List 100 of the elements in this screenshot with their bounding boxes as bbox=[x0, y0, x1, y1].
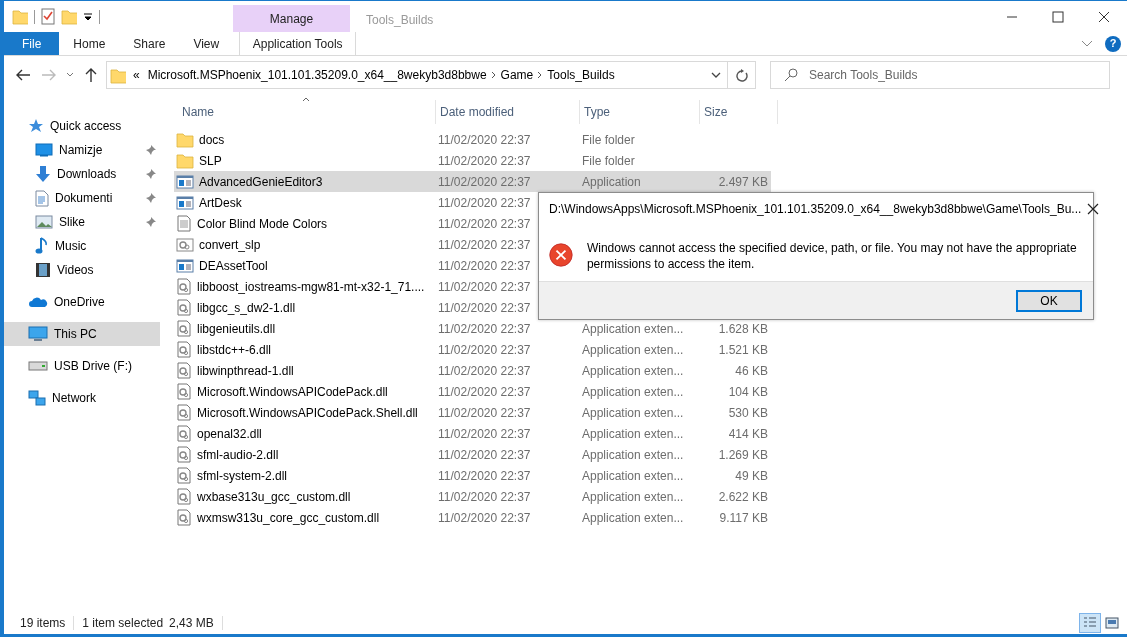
sidebar-item[interactable]: OneDrive bbox=[4, 290, 160, 314]
up-arrow-icon[interactable] bbox=[84, 67, 98, 83]
application-window-icon bbox=[176, 173, 194, 190]
breadcrumb-link[interactable]: Tools_Builds bbox=[543, 66, 619, 84]
ribbon-tab[interactable]: Home bbox=[59, 32, 120, 55]
sidebar-item[interactable]: Music bbox=[4, 234, 160, 258]
ribbon-tab[interactable]: File bbox=[4, 32, 60, 55]
breadcrumb-chevron-icon[interactable] bbox=[490, 71, 497, 79]
date-modified: 11/02/2020 22:37 bbox=[438, 467, 531, 485]
breadcrumb-link[interactable]: Microsoft.MSPhoenix_101.101.35209.0_x64__8wekyb3d8bbwe bbox=[143, 66, 491, 84]
dialog-title: D:\WindowsApps\Microsoft.MSPhoenix_101.101.35209.0_x64__8wekyb3d8bbwe\Game\Tools_Bu... bbox=[549, 201, 1082, 218]
dropdown-caret-icon[interactable] bbox=[83, 11, 93, 22]
column-header[interactable]: Date modified bbox=[436, 100, 580, 124]
breadcrumb-link[interactable]: Game bbox=[496, 66, 538, 84]
file-row[interactable]: Microsoft.WindowsAPICodePack.dll 11/02/2020 22:37 Application exten... 104 KB bbox=[174, 381, 771, 402]
date-modified: 11/02/2020 22:37 bbox=[438, 257, 531, 275]
file-row[interactable]: libwinpthread-1.dll 11/02/2020 22:37 Application exten... 46 KB bbox=[174, 360, 771, 381]
file-row[interactable]: libgenieutils.dll 11/02/2020 22:37 Application exten... 1.628 KB bbox=[174, 318, 771, 339]
view-toggle-button[interactable] bbox=[1079, 613, 1101, 633]
file-row[interactable]: libstdc++-6.dll 11/02/2020 22:37 Application exten... 1.521 KB bbox=[174, 339, 771, 360]
date-modified: 11/02/2020 22:37 bbox=[438, 404, 531, 422]
column-header[interactable]: Size bbox=[700, 100, 778, 124]
maximize-icon[interactable] bbox=[1052, 10, 1064, 23]
refresh-icon[interactable] bbox=[735, 68, 748, 82]
date-modified: 11/02/2020 22:37 bbox=[438, 299, 531, 317]
file-type: Application bbox=[582, 173, 641, 191]
close-icon[interactable] bbox=[1098, 10, 1110, 23]
sidebar-item[interactable]: USB Drive (F:) bbox=[4, 354, 160, 378]
error-message: Windows cannot access the specified device, path, or file. You may not have the appropriate permissions to access the item. bbox=[586, 240, 1078, 273]
ok-button[interactable]: OK bbox=[1016, 289, 1082, 312]
file-type: Application exten... bbox=[582, 509, 684, 527]
file-row[interactable]: libboost_iostreams-mgw81-mt-x32-1_71.... 11/02/2020 22:37 bbox=[174, 276, 771, 297]
ribbon-tab[interactable]: Application Tools bbox=[239, 32, 357, 55]
item-count: 19 items bbox=[20, 615, 66, 632]
file-type: File folder bbox=[582, 152, 635, 170]
date-modified: 11/02/2020 22:37 bbox=[438, 194, 531, 212]
sidebar-item[interactable]: Namizje bbox=[4, 138, 160, 162]
column-header[interactable]: Name bbox=[178, 100, 436, 124]
sidebar-item[interactable]: This PC bbox=[4, 322, 160, 346]
music-note-icon bbox=[35, 237, 49, 255]
file-name: sfml-system-2.dll bbox=[197, 467, 287, 485]
file-size: 49 KB bbox=[735, 467, 768, 485]
file-row[interactable]: SLP 11/02/2020 22:37 File folder bbox=[174, 150, 771, 171]
folder-icon bbox=[176, 131, 194, 148]
ribbon-tab[interactable]: View bbox=[179, 32, 234, 55]
date-modified: 11/02/2020 22:37 bbox=[438, 320, 531, 338]
file-size: 2.497 KB bbox=[718, 173, 768, 191]
picture-icon bbox=[35, 215, 53, 229]
sidebar-item[interactable]: Slike bbox=[4, 210, 160, 234]
selection-count: 1 item selected bbox=[82, 615, 164, 632]
file-row[interactable]: libgcc_s_dw2-1.dll 11/02/2020 22:37 bbox=[174, 297, 771, 318]
column-header[interactable]: Type bbox=[580, 100, 700, 124]
file-row[interactable]: openal32.dll 11/02/2020 22:37 Application exten... 414 KB bbox=[174, 423, 771, 444]
gear-file-icon bbox=[176, 446, 192, 463]
date-modified: 11/02/2020 22:37 bbox=[438, 173, 531, 191]
file-row[interactable]: docs 11/02/2020 22:37 File folder bbox=[174, 129, 771, 150]
gear-file-icon bbox=[176, 425, 192, 442]
file-name: libwinpthread-1.dll bbox=[197, 362, 294, 380]
file-row[interactable]: wxbase313u_gcc_custom.dll 11/02/2020 22:37 Application exten... 2.622 KB bbox=[174, 486, 771, 507]
sidebar-item[interactable]: Dokumenti bbox=[4, 186, 160, 210]
sidebar-item[interactable]: Quick access bbox=[4, 114, 160, 138]
back-arrow-icon[interactable] bbox=[15, 68, 31, 82]
sort-ascending-icon[interactable] bbox=[302, 97, 310, 102]
selection-size: 2,43 MB bbox=[169, 615, 214, 632]
file-name: wxmsw313u_core_gcc_custom.dll bbox=[197, 509, 380, 527]
file-row[interactable]: sfml-system-2.dll 11/02/2020 22:37 Application exten... 49 KB bbox=[174, 465, 771, 486]
file-row[interactable]: wxmsw313u_core_gcc_custom.dll 11/02/2020 22:37 Application exten... 9.117 KB bbox=[174, 507, 771, 528]
file-size: 1.269 KB bbox=[718, 446, 768, 464]
recent-dropdown-icon[interactable] bbox=[66, 72, 74, 78]
file-size: 530 KB bbox=[728, 404, 768, 422]
help-button[interactable]: ? bbox=[1105, 35, 1121, 52]
document-icon bbox=[35, 189, 49, 207]
file-row[interactable]: AdvancedGenieEditor3 11/02/2020 22:37 Application 2.497 KB bbox=[174, 171, 771, 192]
sidebar-item[interactable]: Network bbox=[4, 386, 160, 410]
breadcrumb-chevron-icon[interactable] bbox=[537, 71, 544, 79]
expand-chevron-icon[interactable] bbox=[1081, 39, 1093, 48]
date-modified: 11/02/2020 22:37 bbox=[438, 383, 531, 401]
file-name: DEAssetTool bbox=[199, 257, 268, 275]
folder-icon bbox=[110, 66, 126, 84]
overflow-chevron[interactable]: « bbox=[129, 66, 144, 84]
file-size: 1.628 KB bbox=[718, 320, 768, 338]
file-type: File folder bbox=[582, 131, 635, 149]
gear-file-icon bbox=[176, 404, 192, 421]
cloud-icon bbox=[28, 296, 48, 308]
gear-file-icon bbox=[176, 278, 192, 295]
context-group-header: Manage bbox=[233, 5, 350, 32]
ribbon-tab[interactable]: Share bbox=[119, 32, 180, 55]
sidebar-item[interactable]: Downloads bbox=[4, 162, 160, 186]
sidebar-item[interactable]: Videos bbox=[4, 258, 160, 282]
search-field[interactable]: Search Tools_Builds bbox=[770, 61, 1110, 89]
file-name: wxbase313u_gcc_custom.dll bbox=[197, 488, 351, 506]
file-type: Application exten... bbox=[582, 383, 684, 401]
file-row[interactable]: sfml-audio-2.dll 11/02/2020 22:37 Application exten... 1.269 KB bbox=[174, 444, 771, 465]
file-row[interactable]: Microsoft.WindowsAPICodePack.Shell.dll 11/02/2020 22:37 Application exten... 530 KB bbox=[174, 402, 771, 423]
properties-checkmark-icon[interactable] bbox=[41, 8, 55, 25]
date-modified: 11/02/2020 22:37 bbox=[438, 131, 531, 149]
dropdown-chevron-icon[interactable] bbox=[711, 71, 721, 79]
file-size: 1.521 KB bbox=[718, 341, 768, 359]
file-name: Color Blind Mode Colors bbox=[197, 215, 328, 233]
file-name: libgcc_s_dw2-1.dll bbox=[197, 299, 296, 317]
